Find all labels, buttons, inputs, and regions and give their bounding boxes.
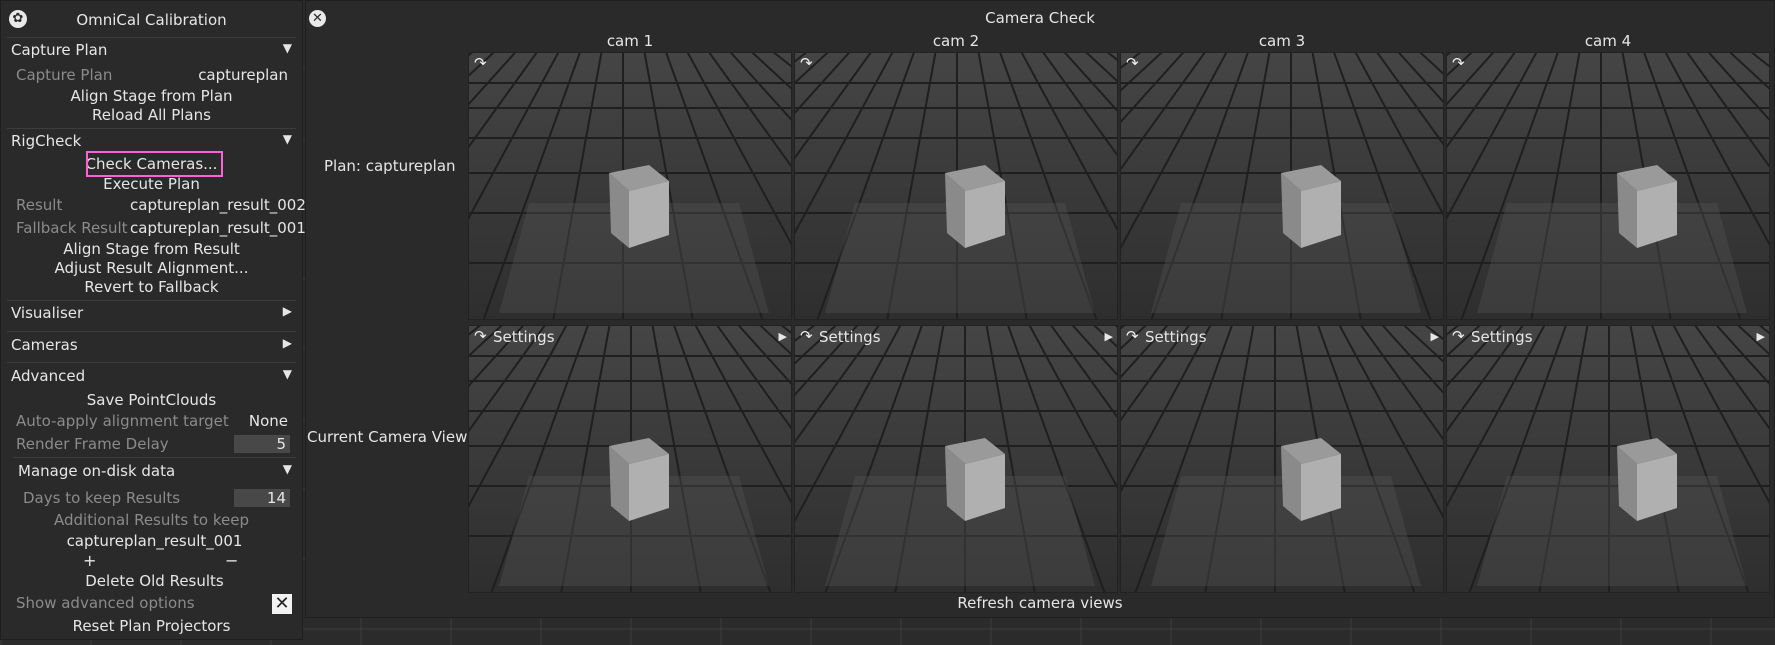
days-label: Days to keep Results	[23, 489, 181, 507]
result-value[interactable]: captureplan_result_002	[130, 196, 306, 214]
show-advanced-label: Show advanced options	[16, 594, 195, 612]
show-advanced-row: Show advanced options ✕	[1, 594, 302, 614]
camera-settings-toggle[interactable]: Settings	[1471, 328, 1533, 346]
check-cameras-highlight	[86, 151, 223, 177]
auto-apply-value[interactable]: None	[249, 412, 288, 430]
result-label: Result	[16, 196, 63, 214]
execute-plan-button[interactable]: Execute Plan	[1, 175, 302, 193]
show-advanced-checkbox[interactable]: ✕	[272, 594, 292, 614]
camera-view: ↷ Settings ▶	[1120, 325, 1444, 593]
camera-settings-toggle[interactable]: Settings	[493, 328, 555, 346]
align-stage-plan-button[interactable]: Align Stage from Plan	[1, 87, 302, 105]
camera-view: ↷	[1120, 52, 1444, 320]
fallback-label: Fallback Result	[16, 219, 128, 237]
plan-label: Plan: captureplan	[324, 157, 456, 175]
expand-right-icon: ▶	[282, 336, 292, 350]
days-row: Days to keep Results 14	[1, 489, 302, 509]
delete-old-results-button[interactable]: Delete Old Results	[7, 572, 302, 590]
current-views-label: Current Camera Views	[307, 428, 476, 446]
camera-settings-toggle[interactable]: Settings	[1145, 328, 1207, 346]
expand-right-icon[interactable]: ▶	[1757, 330, 1765, 343]
refresh-views-button[interactable]: Refresh camera views	[306, 594, 1774, 612]
reload-plans-button[interactable]: Reload All Plans	[1, 106, 302, 124]
camera-view: ↷	[468, 52, 792, 320]
capture-plan-section-header[interactable]: Capture Plan ▼	[1, 37, 302, 63]
save-pointclouds-button[interactable]: Save PointClouds	[1, 391, 302, 409]
cameras-section-header[interactable]: Cameras ▶	[1, 332, 302, 358]
rotate-icon[interactable]: ↷	[474, 54, 487, 72]
rotate-icon[interactable]: ↷	[1452, 54, 1465, 72]
rotate-icon[interactable]: ↷	[1452, 327, 1465, 345]
render-delay-row: Render Frame Delay 5	[1, 435, 302, 455]
omnical-panel: ✿ OmniCal Calibration Capture Plan ▼ Cap…	[0, 0, 306, 640]
expand-down-icon: ▼	[282, 41, 292, 55]
rotate-icon[interactable]: ↷	[800, 327, 813, 345]
expand-right-icon: ▶	[282, 304, 292, 318]
expand-down-icon: ▼	[282, 367, 292, 381]
rotate-icon[interactable]: ↷	[474, 327, 487, 345]
expand-right-icon[interactable]: ▶	[1431, 330, 1439, 343]
render-delay-label: Render Frame Delay	[16, 435, 169, 453]
auto-apply-row: Auto-apply alignment target None	[1, 412, 302, 432]
camera-view: ↷ Settings ▶	[468, 325, 792, 593]
align-stage-result-button[interactable]: Align Stage from Result	[1, 240, 302, 258]
rotate-icon[interactable]: ↷	[1126, 327, 1139, 345]
rotate-icon[interactable]: ↷	[800, 54, 813, 72]
expand-right-icon[interactable]: ▶	[779, 330, 787, 343]
panel-title: OmniCal Calibration	[76, 11, 227, 29]
additional-results-label: Additional Results to keep	[54, 511, 249, 529]
revert-fallback-button[interactable]: Revert to Fallback	[1, 278, 302, 296]
expand-down-icon: ▼	[282, 132, 292, 146]
cam-label: cam 1	[606, 32, 654, 50]
camera-view: ↷	[1446, 52, 1770, 320]
expand-down-icon: ▼	[282, 462, 292, 476]
result-row: Result captureplan_result_002	[1, 196, 306, 216]
cam-label: cam 4	[1584, 32, 1632, 50]
capture-plan-label: Capture Plan	[16, 66, 113, 84]
visualiser-section-header[interactable]: Visualiser ▶	[1, 300, 302, 326]
camera-check-window: ✕ Camera Check Plan: captureplan Current…	[305, 0, 1775, 618]
manage-disk-section-header[interactable]: Manage on-disk data ▼	[1, 458, 302, 484]
rotate-icon[interactable]: ↷	[1126, 54, 1139, 72]
expand-right-icon[interactable]: ▶	[1105, 330, 1113, 343]
camera-view: ↷ Settings ▶	[1446, 325, 1770, 593]
fallback-row: Fallback Result captureplan_result_001	[1, 219, 306, 239]
add-result-button[interactable]: +	[83, 551, 96, 570]
cam-label: cam 3	[1258, 32, 1306, 50]
capture-plan-row: Capture Plan captureplan	[1, 66, 302, 86]
capture-plan-value[interactable]: captureplan	[198, 66, 288, 84]
camera-view: ↷	[794, 52, 1118, 320]
camera-view: ↷ Settings ▶	[794, 325, 1118, 593]
advanced-section-header[interactable]: Advanced ▼	[1, 363, 302, 389]
auto-apply-label: Auto-apply alignment target	[16, 412, 229, 430]
reset-projectors-button[interactable]: Reset Plan Projectors	[1, 617, 302, 635]
adjust-alignment-button[interactable]: Adjust Result Alignment...	[1, 259, 302, 277]
fallback-value[interactable]: captureplan_result_001	[130, 219, 306, 237]
camera-check-title: Camera Check	[985, 9, 1095, 27]
remove-result-button[interactable]: −	[225, 551, 238, 570]
additional-result-item[interactable]: captureplan_result_001	[7, 532, 302, 550]
render-delay-input[interactable]: 5	[234, 435, 290, 453]
cam-label: cam 2	[932, 32, 980, 50]
days-input[interactable]: 14	[234, 489, 290, 507]
camera-settings-toggle[interactable]: Settings	[819, 328, 881, 346]
